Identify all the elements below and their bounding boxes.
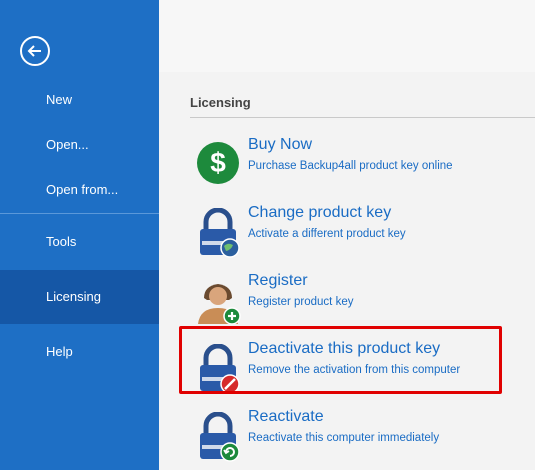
change-product-key-option[interactable]: Change product key Activate a different … <box>190 204 520 264</box>
sidebar-item-licensing[interactable]: Licensing <box>0 270 159 324</box>
section-title: Licensing <box>190 95 251 110</box>
option-subtitle: Purchase Backup4all product key online <box>248 160 453 172</box>
option-title: Register <box>248 272 308 289</box>
sidebar-item-open[interactable]: Open... <box>0 131 159 159</box>
sidebar-item-new[interactable]: New <box>0 86 159 114</box>
user-add-icon <box>198 284 241 325</box>
register-option[interactable]: Register Register product key <box>190 272 520 332</box>
lock-globe-icon <box>200 208 240 258</box>
option-title: Change product key <box>248 204 392 221</box>
option-title: Reactivate <box>248 408 324 425</box>
sidebar-item-help[interactable]: Help <box>0 338 159 366</box>
sidebar-divider <box>0 213 159 214</box>
option-subtitle: Reactivate this computer immediately <box>248 432 440 444</box>
sidebar-item-open-from[interactable]: Open from... <box>0 176 159 204</box>
buy-now-option[interactable]: $ Buy Now Purchase Backup4all product ke… <box>190 136 520 196</box>
back-button[interactable] <box>20 36 50 66</box>
main-header-area <box>159 0 535 72</box>
option-subtitle: Register product key <box>248 296 354 308</box>
back-arrow-icon <box>27 45 41 57</box>
option-title: Buy Now <box>248 136 313 153</box>
highlight-box <box>179 326 502 394</box>
dollar-icon: $ <box>197 142 239 184</box>
section-divider <box>190 117 535 118</box>
sidebar-item-tools[interactable]: Tools <box>0 228 159 256</box>
option-subtitle: Activate a different product key <box>248 228 406 240</box>
svg-text:$: $ <box>210 147 226 178</box>
lock-refresh-icon <box>200 412 240 462</box>
backstage-sidebar: New Open... Open from... Tools Licensing… <box>0 0 159 470</box>
reactivate-option[interactable]: Reactivate Reactivate this computer imme… <box>190 408 520 468</box>
licensing-panel: Licensing $ Buy Now Purchase Backup4all … <box>159 72 535 470</box>
